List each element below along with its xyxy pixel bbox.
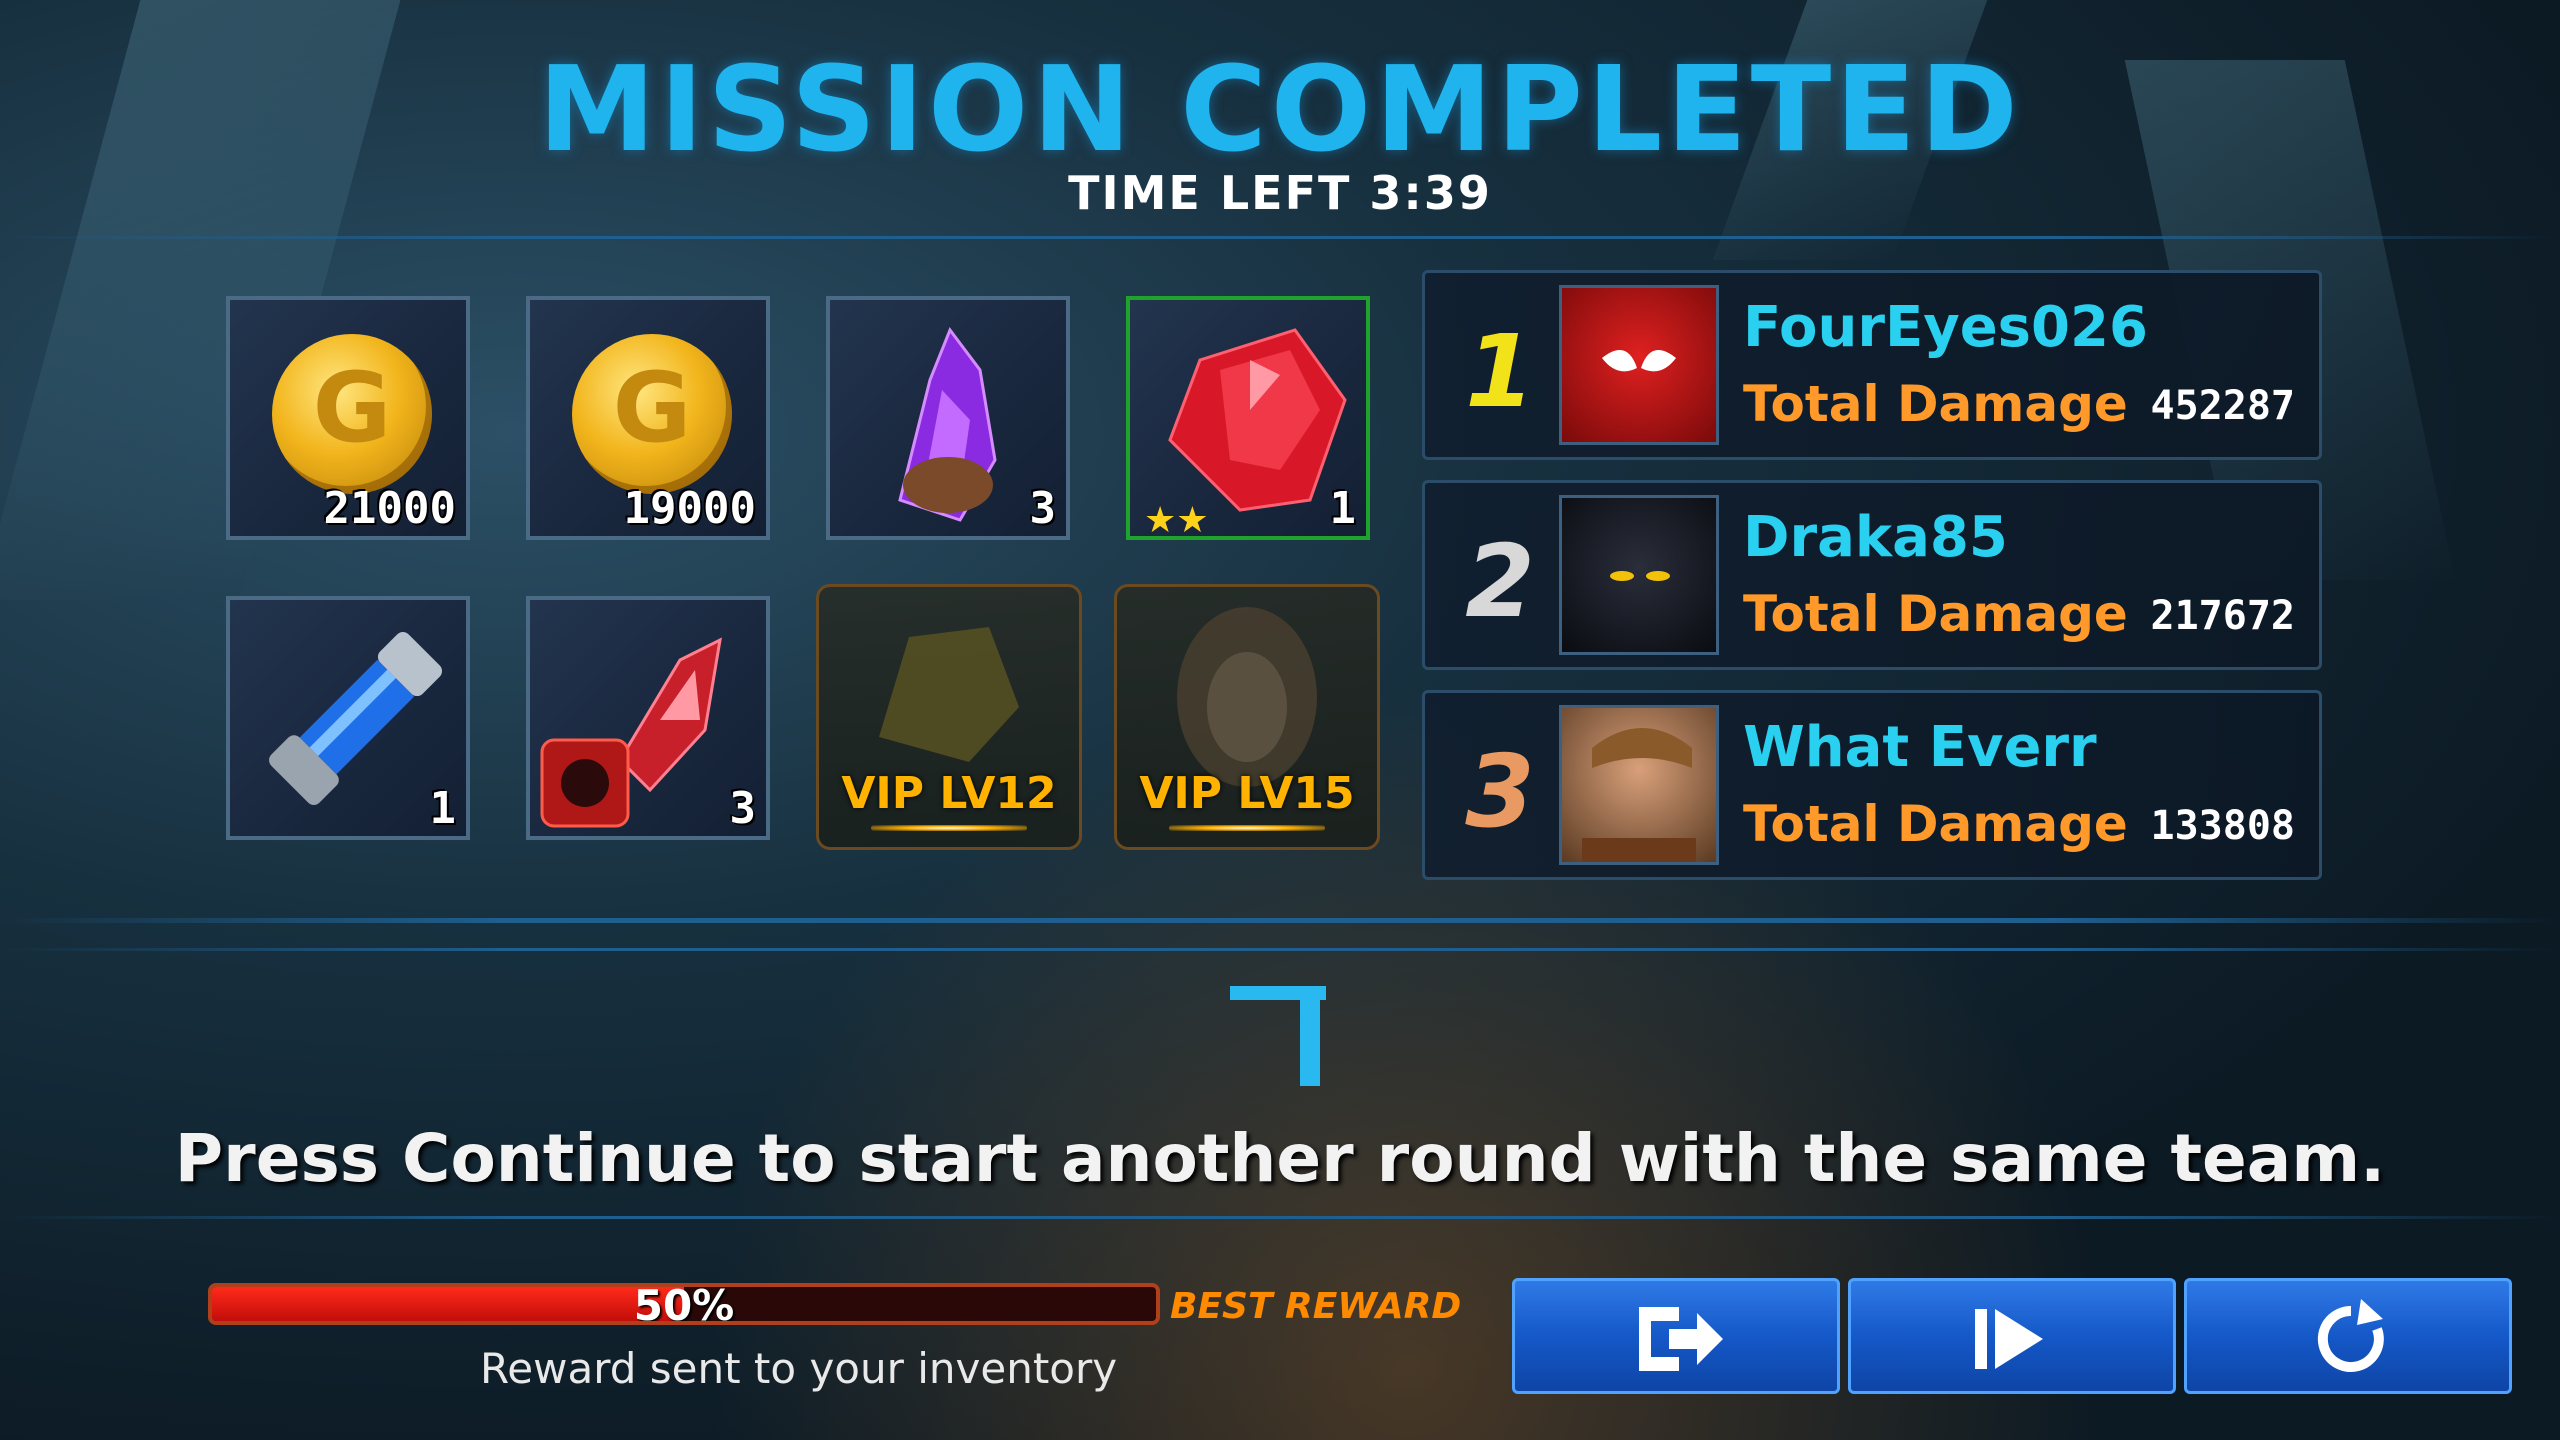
ranking-row-1[interactable]: 1 FourEyes026 Total Damage 452287 [1422,270,2322,460]
divider [0,236,2560,239]
retry-icon [2317,1299,2384,1372]
reward-count: 1 [1329,483,1357,534]
svg-text:★★: ★★ [1144,500,1209,540]
total-damage-label: Total Damage [1743,585,2128,643]
best-reward-label: BEST REWARD [1170,1286,1462,1327]
star-lord-portrait [1559,705,1719,865]
vip-level-label: VIP LV12 [841,768,1057,819]
exit-button[interactable] [1512,1278,1840,1394]
reward-count: 19000 [623,483,756,534]
vip-glow [871,825,1027,831]
total-damage-value: 217672 [2150,593,2296,639]
divider [0,918,2560,923]
reward-gold-19000[interactable]: 19000 [526,296,770,540]
total-damage-value: 133808 [2150,803,2296,849]
ranking-row-3[interactable]: 3 What Everr Total Damage 133808 [1422,690,2322,880]
rank-number: 2 [1465,523,1535,640]
continue-button[interactable] [1848,1278,2176,1394]
rank-number: 1 [1465,313,1535,430]
reward-progress-bar: 50% [208,1283,1160,1325]
total-damage-value: 452287 [2150,383,2296,429]
gold-coin-icon [272,334,432,494]
time-left-label: TIME LEFT 3:39 [1068,166,1492,220]
total-damage-label: Total Damage [1743,795,2128,853]
gold-coin-icon [572,334,732,494]
vip-reward-lv12[interactable]: VIP LV12 [816,584,1082,850]
reward-gold-21000[interactable]: 21000 [226,296,470,540]
ranking-row-2[interactable]: 2 Draka85 Total Damage 217672 [1422,480,2322,670]
divider [0,948,2560,951]
countdown-digit: 7 [1230,986,1326,1086]
black-panther-portrait [1559,495,1719,655]
retry-button[interactable] [2184,1278,2512,1394]
mission-completed-title: MISSION COMPLETED [538,40,2022,178]
vip-level-label: VIP LV15 [1139,768,1355,819]
progress-percent: 50% [633,1283,735,1325]
rank-number: 3 [1465,733,1535,850]
vip-reward-lv15[interactable]: VIP LV15 [1114,584,1380,850]
reward-purple-crystal[interactable]: 3 [826,296,1070,540]
spider-man-portrait [1559,285,1719,445]
locked-hero-portrait-icon [1177,607,1317,787]
total-damage-label: Total Damage [1743,375,2128,433]
countdown-timer: 7 [1230,980,1330,1090]
reward-count: 3 [1029,483,1057,534]
exit-icon [1639,1307,1723,1371]
reward-red-fist-crystal[interactable]: 3 [526,596,770,840]
player-name: FourEyes026 [1743,295,2148,360]
player-name: What Everr [1743,715,2097,780]
reward-sent-note: Reward sent to your inventory [480,1344,1118,1393]
player-name: Draka85 [1743,505,2008,570]
reward-count: 21000 [323,483,456,534]
divider [0,1216,2560,1219]
reward-red-gem[interactable]: ★★ 1 [1126,296,1370,540]
continue-icon [1975,1309,2043,1369]
locked-gold-ore-icon [879,627,1019,762]
continue-prompt: Press Continue to start another round wi… [174,1120,2386,1197]
vip-glow [1169,825,1325,831]
reward-count: 3 [729,783,757,834]
reward-count: 1 [429,783,457,834]
reward-blue-canister[interactable]: 1 [226,596,470,840]
